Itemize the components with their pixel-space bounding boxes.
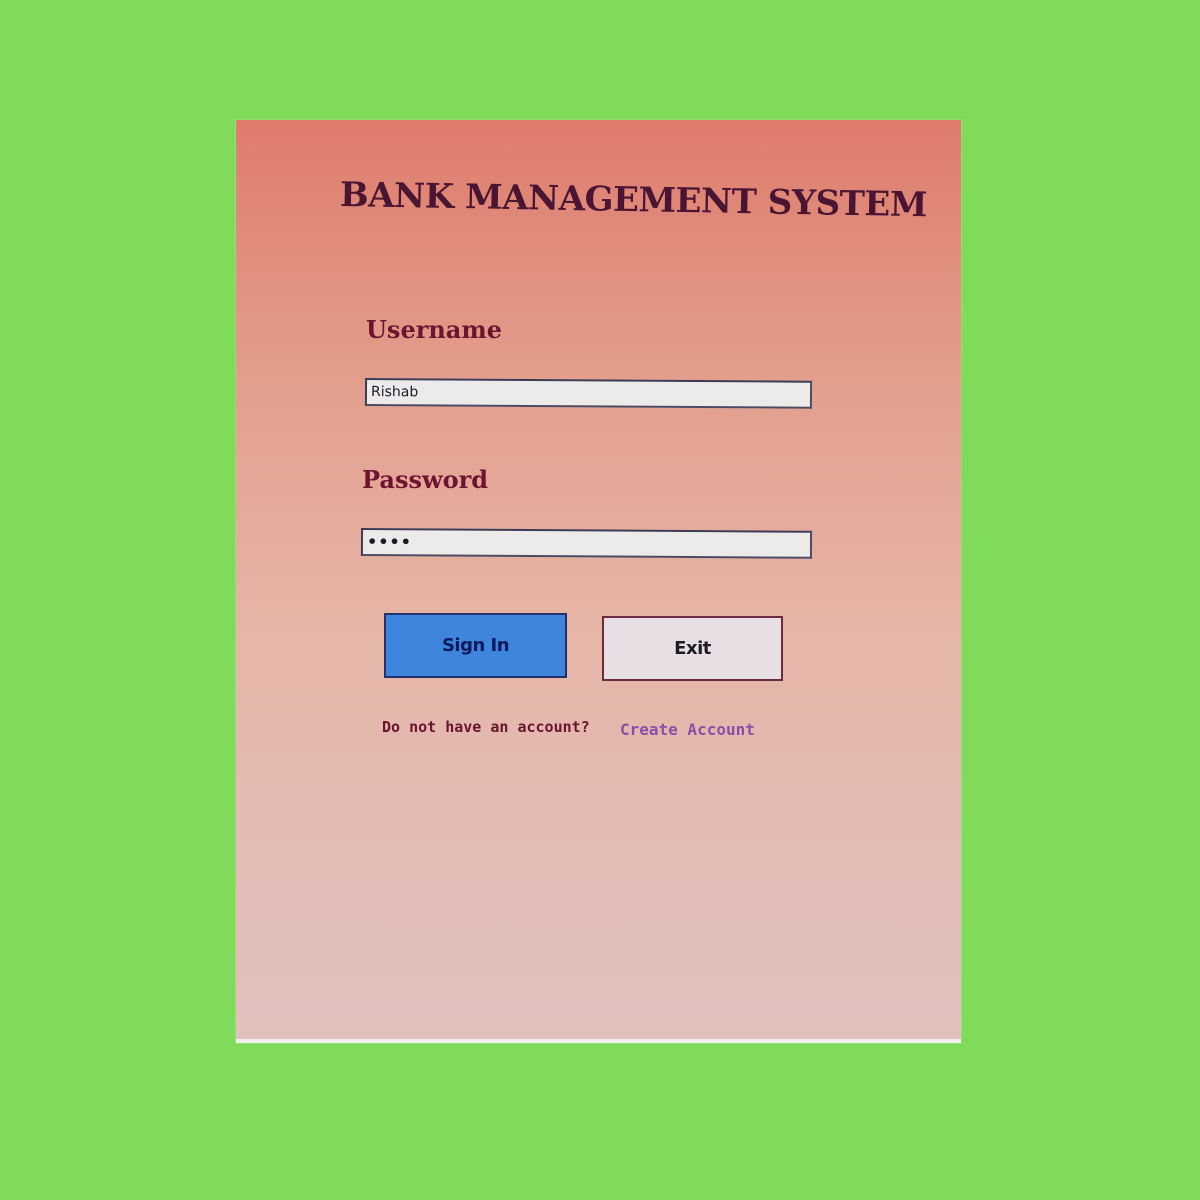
login-window: BANK MANAGEMENT SYSTEM Username Rishab P…	[236, 120, 961, 1043]
create-account-link[interactable]: Create Account	[620, 720, 755, 739]
password-input[interactable]: ••••	[360, 528, 813, 559]
username-label: Username	[366, 315, 503, 344]
sign-in-button[interactable]: Sign In	[384, 613, 567, 678]
exit-button[interactable]: Exit	[602, 616, 783, 681]
username-input[interactable]: Rishab	[364, 378, 813, 409]
page-title: BANK MANAGEMENT SYSTEM	[339, 175, 928, 226]
account-prompt: Do not have an account?	[382, 718, 590, 736]
password-label: Password	[362, 465, 489, 494]
